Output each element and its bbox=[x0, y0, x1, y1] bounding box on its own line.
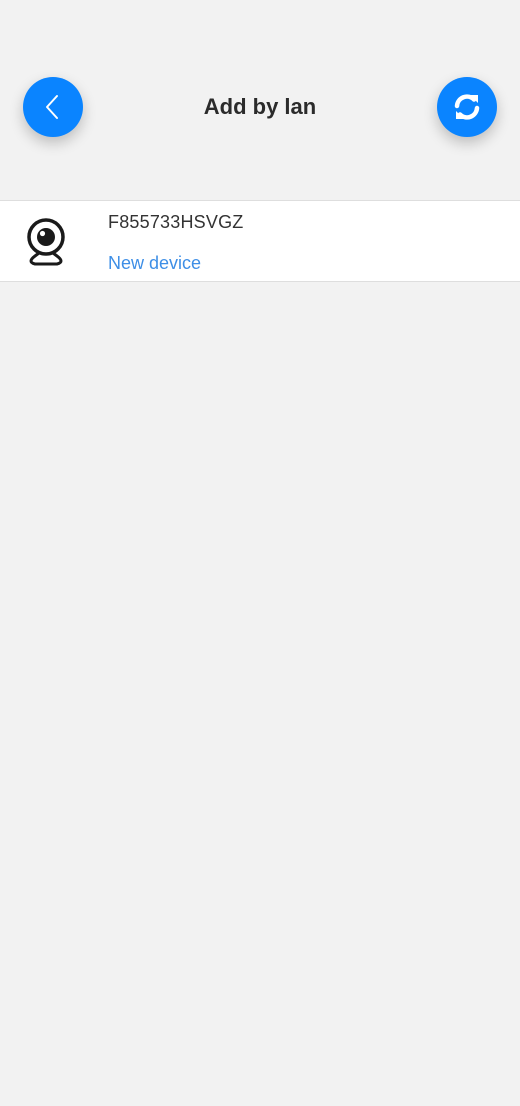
device-id: F855733HSVGZ bbox=[108, 212, 244, 232]
header: Add by lan bbox=[0, 0, 520, 200]
chevron-left-icon bbox=[46, 95, 58, 119]
refresh-icon bbox=[454, 94, 480, 120]
refresh-button[interactable] bbox=[437, 77, 497, 137]
back-button[interactable] bbox=[23, 77, 83, 137]
device-status: New device bbox=[108, 253, 202, 273]
device-list: F855733HSVGZ New device bbox=[0, 200, 520, 282]
page-title: Add by lan bbox=[203, 94, 317, 119]
device-row[interactable]: F855733HSVGZ New device bbox=[0, 200, 520, 282]
camera-icon bbox=[27, 218, 65, 266]
